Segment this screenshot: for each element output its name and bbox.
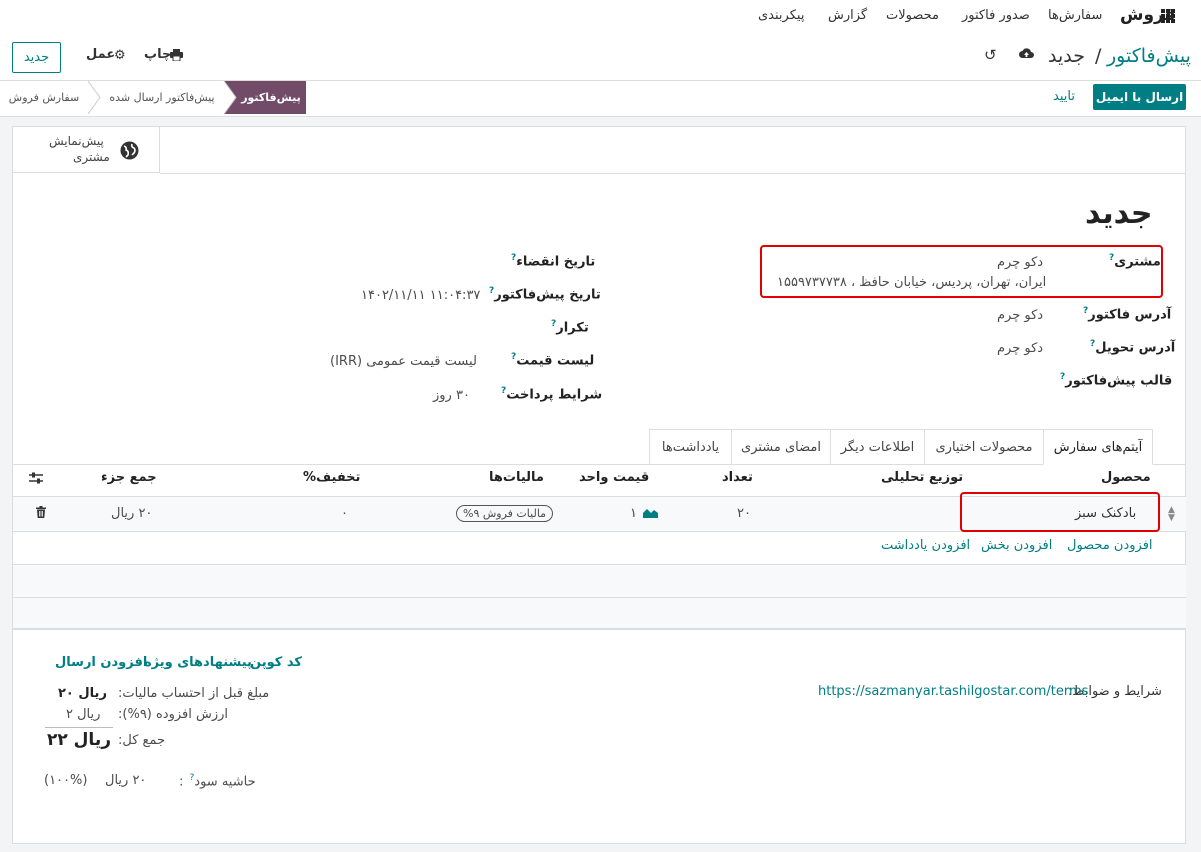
stage-quotation-sent[interactable]: پیش‌فاکتور ارسال شده xyxy=(104,81,220,114)
product-highlight-box xyxy=(960,492,1160,532)
action-button[interactable]: عمل xyxy=(86,47,115,62)
delivery-address-label: آدرس تحویل? xyxy=(1090,339,1176,356)
line-discount[interactable]: ۰ xyxy=(341,506,348,521)
customer-highlight-box xyxy=(760,245,1163,298)
form-sheet: پیش‌نمایش مشتری جدید مشتری? دکو چرم ایرا… xyxy=(12,126,1186,844)
column-quantity[interactable]: تعداد xyxy=(722,470,753,485)
terms-link[interactable]: https://sazmanyar.tashilgostar.com/terms xyxy=(818,684,1088,699)
column-discount[interactable]: تخفیف% xyxy=(303,470,360,485)
record-title: جدید xyxy=(1085,196,1153,231)
print-icon[interactable] xyxy=(170,49,183,65)
quotation-date-label: تاریخ پیش‌فاکتور? xyxy=(489,286,601,303)
line-subtotal: ۲۰ ریال xyxy=(111,506,153,521)
tab-notes[interactable]: یادداشت‌ها xyxy=(649,429,732,464)
column-product[interactable]: محصول xyxy=(1101,470,1151,485)
menu-orders[interactable]: سفارش‌ها xyxy=(1048,8,1102,23)
tab-customer-signature[interactable]: امضای مشتری xyxy=(731,429,831,464)
add-section-link[interactable]: افزودن بخش xyxy=(981,538,1052,553)
smart-button-label-line1: پیش‌نمایش xyxy=(49,134,104,148)
status-row: ارسال با ایمیل تایید پیش‌فاکتور پیش‌فاکت… xyxy=(0,81,1201,117)
tabs-bottom-border xyxy=(13,464,1186,465)
invoice-address-value[interactable]: دکو چرم xyxy=(997,308,1043,323)
quotation-template-label: قالب پیش‌فاکتور? xyxy=(1060,372,1173,389)
drag-handle-icon[interactable]: ▲ ▼ xyxy=(1168,506,1175,523)
vat-label: ارزش افزوده (۹%): xyxy=(118,707,229,722)
globe-icon xyxy=(120,141,139,164)
line-quantity[interactable]: ۲۰ xyxy=(737,506,751,521)
column-subtotal[interactable]: جمع جزء xyxy=(101,470,157,485)
breadcrumb-current: جدید xyxy=(1048,45,1085,67)
coupon-code-link[interactable]: کد کوپن xyxy=(250,655,302,670)
top-navbar: فروش سفارش‌ها صدور فاکتور محصولات گزارش … xyxy=(0,0,1201,34)
menu-configuration[interactable]: پیکربندی xyxy=(758,8,804,23)
tab-other-info[interactable]: اطلاعات دیگر xyxy=(830,429,925,464)
customer-preview-smart-button[interactable]: پیش‌نمایش مشتری xyxy=(13,127,160,173)
column-taxes[interactable]: مالیات‌ها xyxy=(489,470,544,485)
invoice-address-label: آدرس فاکتور? xyxy=(1083,306,1172,323)
margin-percent: (۱۰۰%) xyxy=(44,773,88,788)
payment-terms-label: شرایط پرداخت? xyxy=(501,386,603,403)
smart-button-label-line2: مشتری xyxy=(73,150,110,164)
control-panel: جدید چاپ ⚙ عمل ↺ جدید / پیش‌فاکتور xyxy=(0,34,1201,81)
gear-icon[interactable]: ⚙ xyxy=(114,48,126,63)
button-box-divider xyxy=(160,173,1186,174)
margin-label: حاشیه سود? : xyxy=(179,773,256,790)
total-value: ریال ۲۲ xyxy=(47,730,111,750)
breadcrumb-separator: / xyxy=(1095,45,1102,67)
quotation-date-value[interactable]: ۱۴۰۲/۱۱/۱۱ ۱۱:۰۴:۳۷ xyxy=(361,288,480,303)
tab-optional-products[interactable]: محصولات اختیاری xyxy=(924,429,1044,464)
optional-columns-icon[interactable] xyxy=(29,472,43,488)
delete-trash-icon[interactable] xyxy=(36,506,46,522)
totals-divider xyxy=(45,727,113,728)
add-shipping-link[interactable]: افزودن ارسال xyxy=(55,655,147,670)
untaxed-amount-label: مبلغ قبل از احتساب مالیات: xyxy=(118,686,270,701)
column-unit-price[interactable]: قیمت واحد xyxy=(579,470,649,485)
line-tax-badge[interactable]: مالیات فروش ۹% xyxy=(456,505,554,522)
delivery-address-value[interactable]: دکو چرم xyxy=(997,341,1043,356)
save-cloud-icon[interactable] xyxy=(1019,48,1034,63)
print-button[interactable]: چاپ xyxy=(144,47,171,62)
recurrence-label: تکرار? xyxy=(551,319,589,336)
empty-row xyxy=(13,597,1186,630)
add-product-link[interactable]: افزودن محصول xyxy=(1067,538,1153,553)
menu-reporting[interactable]: گزارش xyxy=(828,8,867,23)
pricelist-label: لیست قیمت? xyxy=(511,352,595,369)
vat-value: ریال ۲ xyxy=(66,707,101,722)
promotions-link[interactable]: پیشنهادهای ویژه xyxy=(144,655,252,670)
payment-terms-value[interactable]: ۳۰ روز xyxy=(433,388,470,403)
stage-sales-order[interactable]: سفارش فروش xyxy=(6,81,82,114)
margin-value: ۲۰ ریال xyxy=(105,773,147,788)
pricelist-value[interactable]: لیست قیمت عمومی (IRR) xyxy=(330,354,477,369)
confirm-button[interactable]: تایید xyxy=(1053,89,1075,104)
untaxed-amount-value: ریال ۲۰ xyxy=(58,686,107,701)
app-name[interactable]: فروش xyxy=(1120,5,1176,25)
discard-icon[interactable]: ↺ xyxy=(984,46,997,64)
expiration-label: تاریخ انقضاء? xyxy=(511,253,596,270)
add-note-link[interactable]: افزودن یادداشت xyxy=(881,538,970,553)
column-analytic[interactable]: توزیع تحلیلی xyxy=(881,470,963,485)
total-label: جمع کل: xyxy=(118,733,166,748)
empty-row xyxy=(13,564,1186,597)
line-unit-price[interactable]: ۱ xyxy=(630,506,637,521)
menu-products[interactable]: محصولات xyxy=(886,8,939,23)
menu-invoicing[interactable]: صدور فاکتور xyxy=(962,8,1030,23)
stage-quotation[interactable]: پیش‌فاکتور xyxy=(236,81,306,114)
breadcrumb-parent[interactable]: پیش‌فاکتور xyxy=(1107,45,1191,67)
send-by-email-button[interactable]: ارسال با ایمیل xyxy=(1093,84,1186,110)
forecast-chart-icon[interactable] xyxy=(643,507,658,522)
new-button[interactable]: جدید xyxy=(12,42,61,73)
tab-order-lines[interactable]: آیتم‌های سفارش xyxy=(1043,429,1153,465)
